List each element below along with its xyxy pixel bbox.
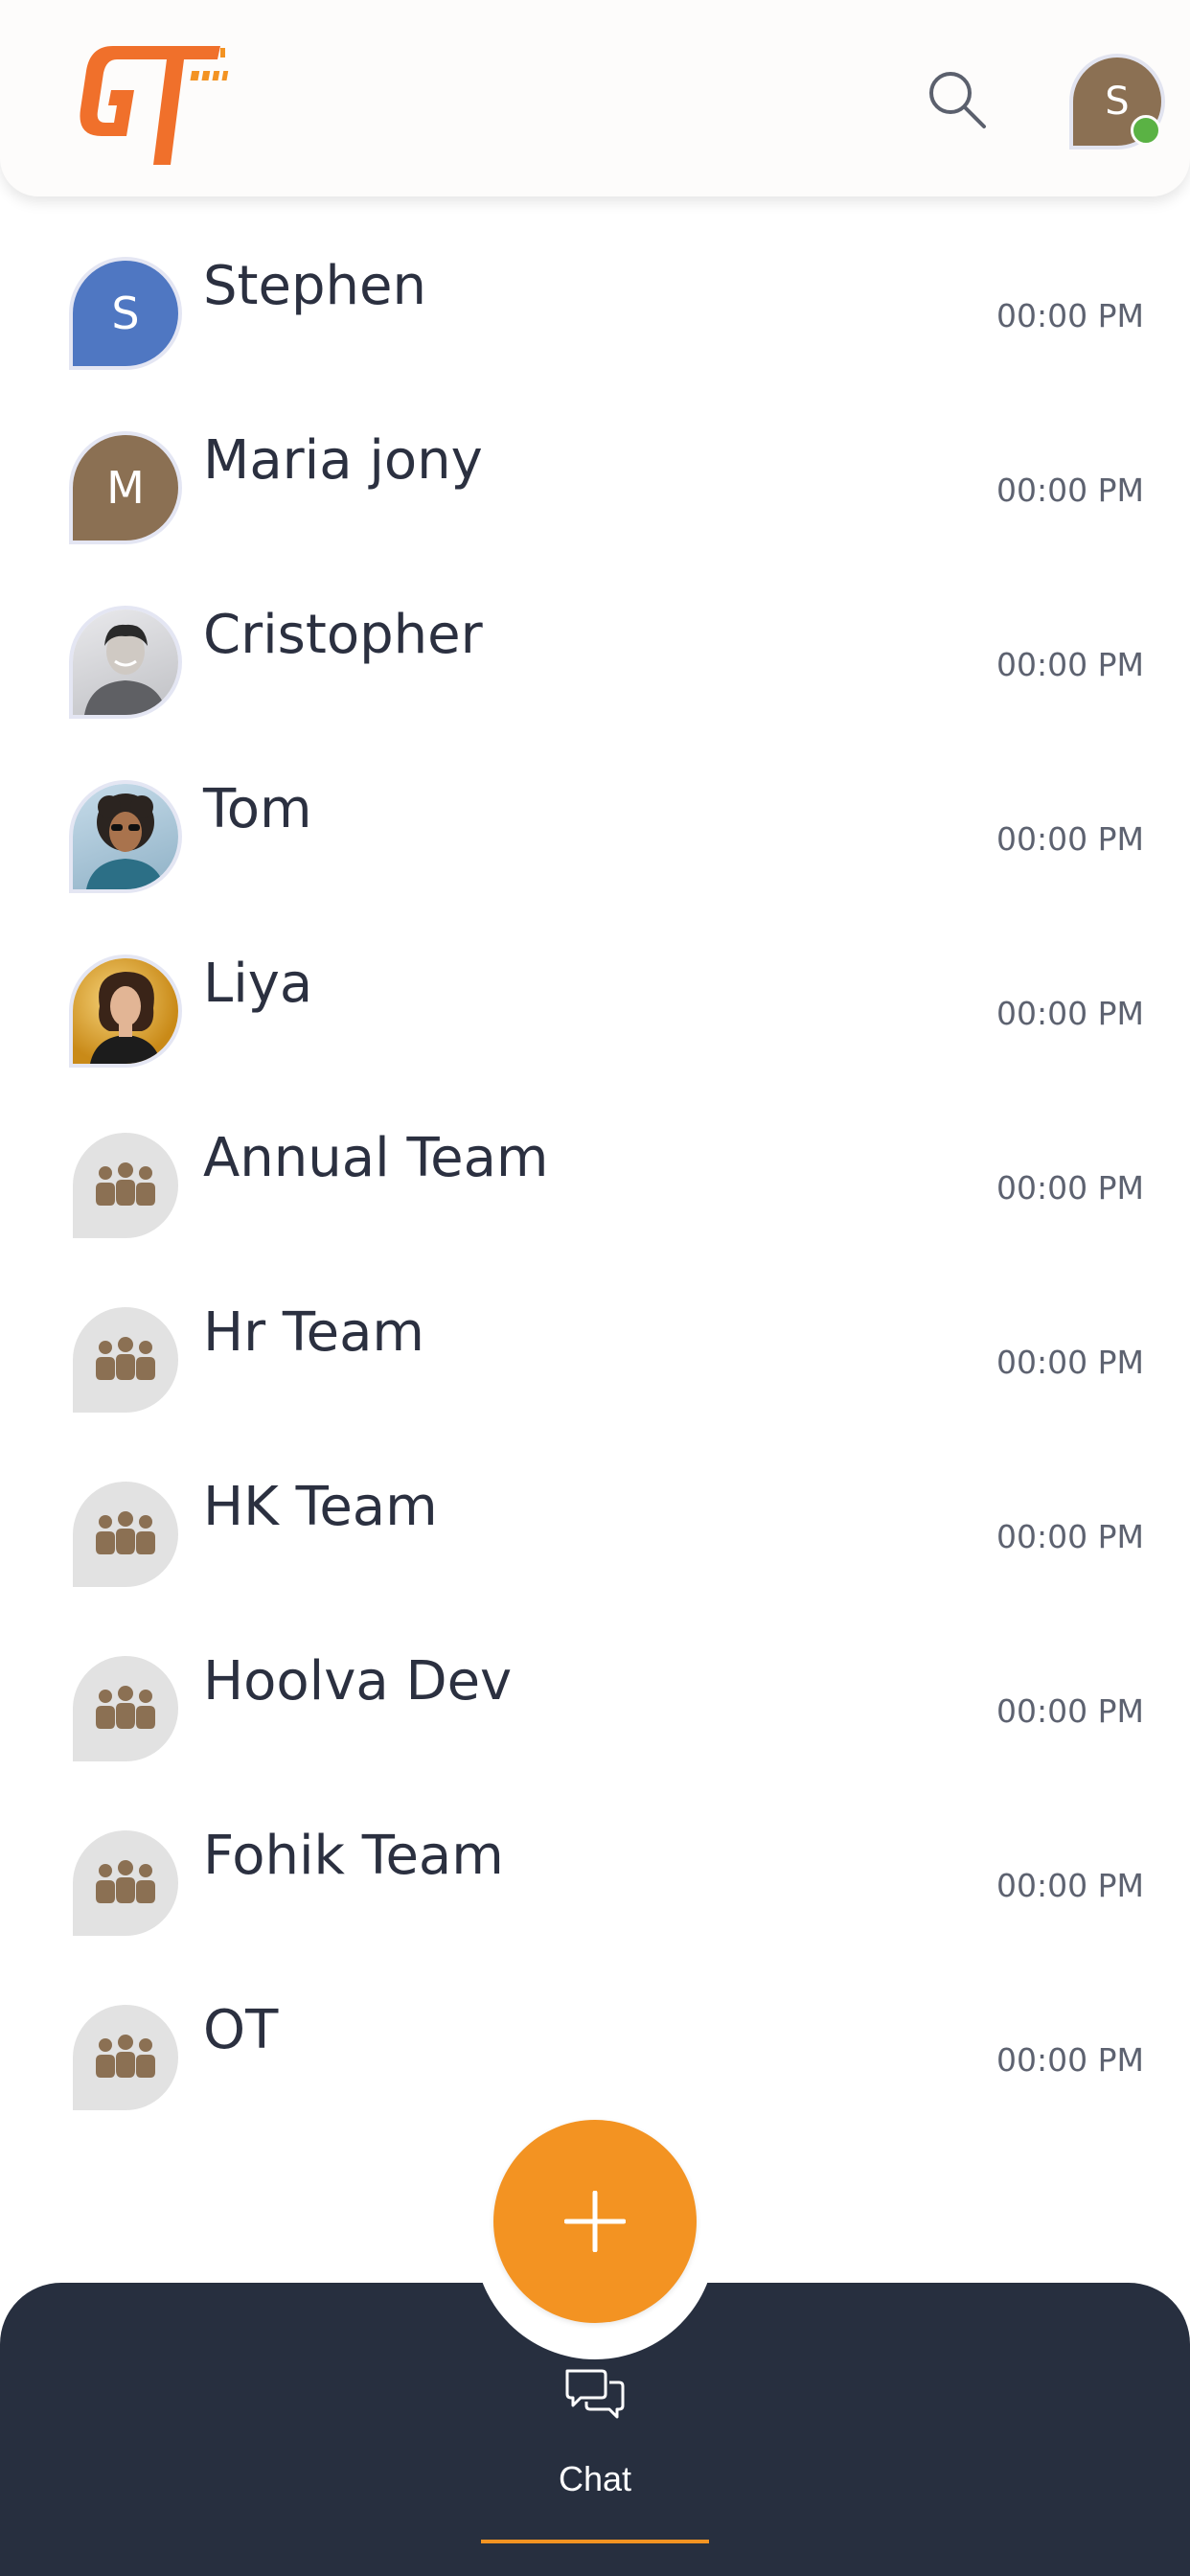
chat-time: 00:00 PM xyxy=(996,472,1144,509)
chat-time: 00:00 PM xyxy=(996,1867,1144,1904)
group-avatar xyxy=(73,1133,178,1238)
group-icon xyxy=(96,1860,155,1903)
chat-name: Stephen xyxy=(203,255,426,317)
chat-name: Liya xyxy=(203,953,313,1015)
chat-name: Cristopher xyxy=(203,604,483,666)
chat-row-maria-jony[interactable]: M Maria jony 00:00 PM xyxy=(0,387,1190,562)
chat-time: 00:00 PM xyxy=(996,297,1144,334)
group-avatar xyxy=(73,1656,178,1761)
active-tab-indicator xyxy=(481,2540,709,2543)
group-icon xyxy=(96,2035,155,2078)
chat-name: Hoolva Dev xyxy=(203,1650,513,1713)
chat-time: 00:00 PM xyxy=(996,995,1144,1032)
group-icon xyxy=(96,1686,155,1729)
chat-row-hr-team[interactable]: Hr Team 00:00 PM xyxy=(0,1259,1190,1434)
chat-time: 00:00 PM xyxy=(996,2041,1144,2079)
new-chat-button[interactable] xyxy=(493,2120,697,2323)
group-avatar xyxy=(73,2005,178,2110)
chat-row-tom[interactable]: Tom 00:00 PM xyxy=(0,736,1190,910)
profile-initial: S xyxy=(1105,80,1130,124)
app-header: S xyxy=(0,0,1190,196)
chat-row-stephen[interactable]: S Stephen 00:00 PM xyxy=(0,213,1190,387)
avatar: S xyxy=(73,261,178,366)
avatar-initial: S xyxy=(111,288,140,339)
chat-time: 00:00 PM xyxy=(996,1169,1144,1207)
chat-name: Hr Team xyxy=(203,1301,424,1364)
chat-name: Tom xyxy=(203,778,312,840)
chat-row-cristopher[interactable]: Cristopher 00:00 PM xyxy=(0,562,1190,736)
group-icon xyxy=(96,1511,155,1554)
chat-row-hoolva-dev[interactable]: Hoolva Dev 00:00 PM xyxy=(0,1608,1190,1782)
chat-name: Annual Team xyxy=(203,1127,549,1189)
chat-row-ot[interactable]: OT 00:00 PM xyxy=(0,1957,1190,2131)
avatar-photo xyxy=(73,610,178,715)
chat-time: 00:00 PM xyxy=(996,1692,1144,1730)
chat-row-annual-team[interactable]: Annual Team 00:00 PM xyxy=(0,1085,1190,1259)
chat-time: 00:00 PM xyxy=(996,1344,1144,1381)
chat-name: Fohik Team xyxy=(203,1825,504,1887)
chat-name: HK Team xyxy=(203,1476,438,1538)
group-avatar xyxy=(73,1482,178,1587)
avatar-initial: M xyxy=(106,462,145,514)
search-button[interactable] xyxy=(925,67,988,130)
chat-name: OT xyxy=(203,1999,279,2061)
avatar-photo xyxy=(73,784,178,889)
nav-item-chat-label: Chat xyxy=(558,2459,632,2498)
chat-time: 00:00 PM xyxy=(996,646,1144,683)
nav-item-chat[interactable]: Chat xyxy=(479,2358,711,2549)
chat-row-liya[interactable]: Liya 00:00 PM xyxy=(0,910,1190,1085)
search-icon xyxy=(929,72,986,128)
plus-icon xyxy=(564,2191,626,2252)
group-avatar xyxy=(73,1830,178,1936)
chat-list: S Stephen 00:00 PM M Maria jony 00:00 PM… xyxy=(0,213,1190,2131)
chat-bubbles-icon xyxy=(563,2367,627,2423)
group-avatar xyxy=(73,1307,178,1413)
online-status-indicator xyxy=(1131,115,1161,146)
chat-row-fohik-team[interactable]: Fohik Team 00:00 PM xyxy=(0,1782,1190,1957)
avatar-photo xyxy=(73,958,178,1064)
chat-name: Maria jony xyxy=(203,429,483,492)
chat-row-hk-team[interactable]: HK Team 00:00 PM xyxy=(0,1434,1190,1608)
avatar: M xyxy=(73,435,178,540)
chat-time: 00:00 PM xyxy=(996,820,1144,858)
app-logo xyxy=(77,29,230,168)
group-icon xyxy=(96,1162,155,1206)
group-icon xyxy=(96,1337,155,1380)
chat-time: 00:00 PM xyxy=(996,1518,1144,1555)
